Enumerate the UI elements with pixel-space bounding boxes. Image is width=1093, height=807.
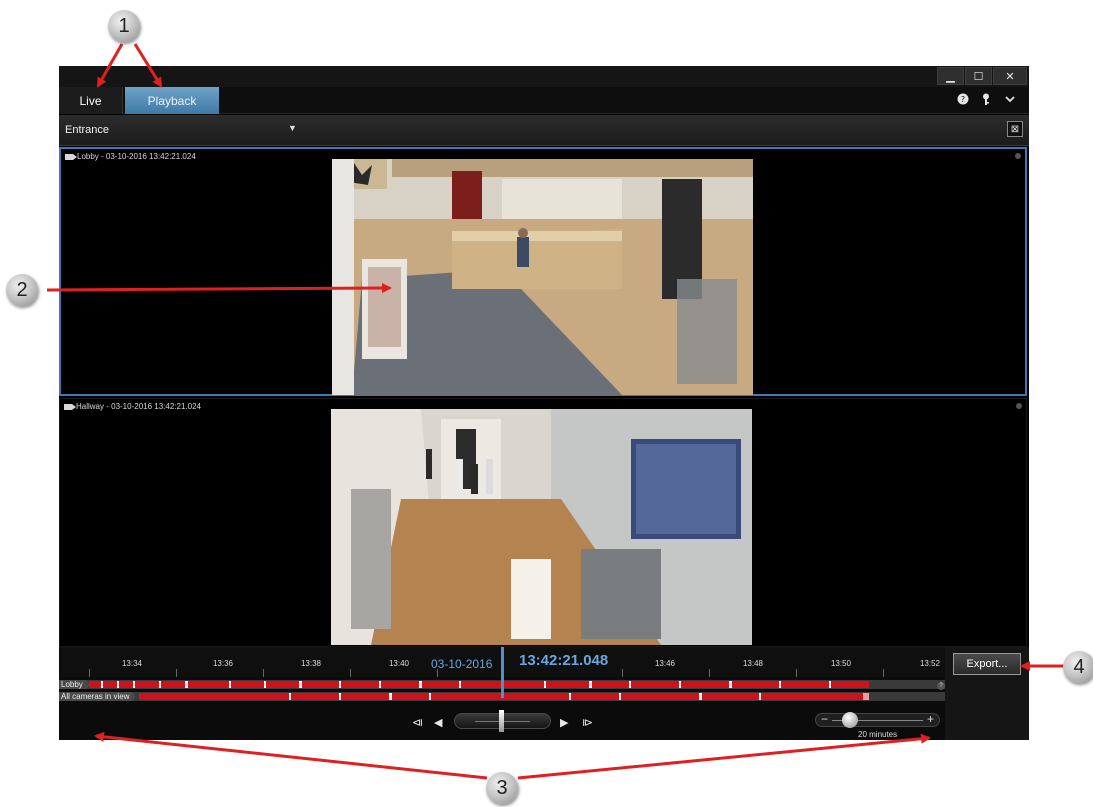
playhead[interactable]: [501, 647, 504, 698]
tick-mark: [709, 669, 710, 677]
tick-mark: [883, 669, 884, 677]
lobby-video-frame[interactable]: [332, 159, 753, 395]
pane-title: Lobby - 03-10-2016 13:42:21.024: [65, 152, 196, 161]
chevron-down-icon[interactable]: [1005, 93, 1015, 108]
camera-pane-lobby[interactable]: Lobby - 03-10-2016 13:42:21.024: [59, 147, 1027, 396]
callout-4: 4: [1063, 651, 1093, 683]
tick-mark: [350, 669, 351, 677]
help-icon[interactable]: ?: [957, 93, 969, 108]
tick-label: 13:50: [830, 659, 852, 668]
fullscreen-icon[interactable]: ⊠: [1007, 121, 1023, 137]
tab-live[interactable]: Live: [59, 87, 123, 114]
tick-label: 13:52: [919, 659, 941, 668]
play-reverse-icon[interactable]: ◀: [434, 716, 442, 729]
arrow-3-right: [517, 733, 931, 780]
tick-mark: [176, 669, 177, 677]
tick-label: 13:36: [212, 659, 234, 668]
jog-knob[interactable]: [499, 710, 504, 732]
view-selector-bar: Entrance ▼ ⊠: [59, 115, 1029, 146]
callout-2: 2: [6, 274, 38, 306]
playback-timeline: 13:34 13:36 13:38 13:40 13:46 13:48 13:5…: [59, 647, 1029, 740]
tick-mark: [263, 669, 264, 677]
hallway-video-frame[interactable]: [331, 409, 752, 645]
export-button[interactable]: Export...: [953, 653, 1021, 675]
maximize-icon[interactable]: ☐: [965, 67, 992, 85]
zoom-out-icon[interactable]: −: [821, 712, 828, 726]
minimize-icon[interactable]: ▁: [937, 67, 964, 85]
tick-label: 13:34: [121, 659, 143, 668]
track-label: All cameras in view: [59, 692, 136, 701]
play-forward-icon[interactable]: ▶: [560, 716, 568, 729]
tick-label: 13:48: [742, 659, 764, 668]
status-dot-icon: [1015, 153, 1021, 159]
view-dropdown-icon[interactable]: ▼: [288, 123, 297, 133]
playback-date: 03-10-2016: [431, 657, 493, 671]
key-icon[interactable]: [981, 93, 991, 109]
export-panel: Export...: [945, 647, 1029, 740]
timeline-zoom-slider[interactable]: − +: [815, 712, 940, 728]
smart-client-window: ▁ ☐ ✕ Live Playback ? Entrance ▼ ⊠ Lobby…: [59, 66, 1029, 740]
camera-pane-hallway[interactable]: Hallway - 03-10-2016 13:42:21.024: [59, 398, 1027, 647]
tick-label: 13:40: [388, 659, 410, 668]
timeline-help-icon[interactable]: ?: [937, 682, 945, 690]
title-bar: ▁ ☐ ✕: [59, 66, 1029, 87]
next-frame-icon[interactable]: ⧐: [582, 716, 593, 729]
svg-text:?: ?: [961, 95, 965, 104]
close-icon[interactable]: ✕: [993, 67, 1027, 85]
track-label: Lobby: [59, 680, 89, 689]
camera-icon: [64, 403, 76, 410]
pane-title-text: Hallway - 03-10-2016 13:42:21.024: [76, 402, 201, 411]
tick-label: 13:46: [654, 659, 676, 668]
recording-bar: [89, 681, 869, 688]
tick-label: 13:38: [300, 659, 322, 668]
previous-frame-icon[interactable]: ⧏: [412, 716, 423, 729]
pane-title-text: Lobby - 03-10-2016 13:42:21.024: [77, 152, 196, 161]
pane-title: Hallway - 03-10-2016 13:42:21.024: [64, 402, 201, 411]
view-name[interactable]: Entrance: [65, 124, 109, 136]
callout-1: 1: [108, 10, 140, 42]
camera-icon: [65, 153, 77, 160]
zoom-in-icon[interactable]: +: [927, 712, 934, 726]
zoom-span-label: 20 minutes: [858, 730, 898, 739]
tick-mark: [622, 669, 623, 677]
tick-mark: [89, 669, 90, 677]
tick-mark: [796, 669, 797, 677]
status-dot-icon: [1016, 403, 1022, 409]
callout-3: 3: [486, 772, 518, 804]
recording-bar: [139, 693, 869, 700]
playback-time: 13:42:21.048: [519, 652, 609, 669]
zoom-knob[interactable]: [842, 712, 858, 728]
tab-bar: Live Playback ?: [59, 87, 1029, 114]
tab-playback[interactable]: Playback: [125, 87, 219, 114]
jog-slider[interactable]: [454, 710, 551, 732]
arrow-3-left: [94, 731, 488, 780]
